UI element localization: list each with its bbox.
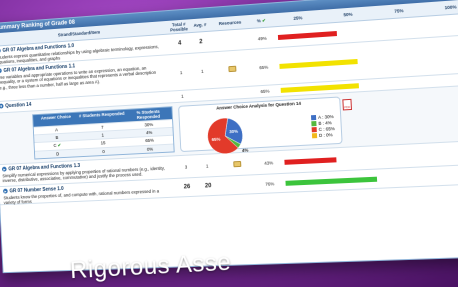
progress-bar (285, 176, 378, 186)
expand-arrow-icon[interactable]: ▸ (0, 48, 1, 54)
pdf-export-icon[interactable]: PDF (342, 98, 353, 111)
total-value: 1 (179, 69, 183, 75)
pct-value: 43% (264, 159, 274, 166)
expand-arrow-icon[interactable]: ▸ (3, 188, 8, 194)
pct-value: 76% (265, 180, 275, 187)
progress-bar (280, 83, 359, 93)
tick-label: 75% (394, 8, 404, 14)
tick-label: 100% (444, 4, 457, 11)
expand-arrow-icon[interactable]: ▸ (1, 166, 7, 172)
pie-chart-panel: Answer Choice Analysis for Question 14 3… (178, 96, 353, 152)
pct-value: 65% (259, 64, 269, 70)
expand-arrow-icon[interactable]: ▾ (0, 103, 4, 109)
pie-slice-label: 4% (242, 147, 249, 152)
pct-value: 65% (260, 88, 270, 95)
chart-legend: A : 30% B : 4% C : 65% D : 0% (310, 114, 335, 139)
total-value: 4 (177, 40, 182, 47)
col-resources: Resources (218, 19, 242, 27)
avg-value: 1 (205, 163, 209, 169)
col-pct: % ✔ (256, 17, 266, 23)
col-avg: Avg. # (193, 22, 207, 28)
progress-bar (284, 156, 337, 165)
avg-value: 2 (199, 39, 203, 46)
pct-value: 49% (257, 35, 267, 41)
expand-arrow-icon[interactable]: ▾ (0, 68, 2, 74)
folder-icon[interactable] (228, 65, 237, 72)
total-value: 1 (181, 93, 184, 99)
col-total: Total # Possible (169, 21, 188, 33)
avg-value (193, 94, 214, 95)
total-value: 26 (183, 184, 191, 191)
legend-item: D : 0% (311, 132, 335, 139)
total-value: 3 (184, 164, 188, 170)
progress-bar (277, 30, 337, 40)
answer-choice-table: Answer Choice # Students Responded % Stu… (32, 106, 175, 160)
pie-slice-label: 30% (229, 129, 238, 135)
correct-check-icon: ✔ (57, 142, 62, 148)
pie-slice-label: 65% (212, 136, 221, 142)
pie-chart: 30% 4% 65% (193, 112, 249, 157)
tick-label: 50% (343, 11, 353, 18)
avg-value: 20 (204, 183, 212, 190)
tick-label: 25% (293, 15, 303, 21)
report-sheet: Summary Ranking of Grade 08 Strand/Stand… (0, 0, 458, 274)
folder-icon[interactable] (233, 160, 242, 167)
avg-value: 1 (200, 68, 204, 74)
progress-bar (279, 58, 358, 69)
